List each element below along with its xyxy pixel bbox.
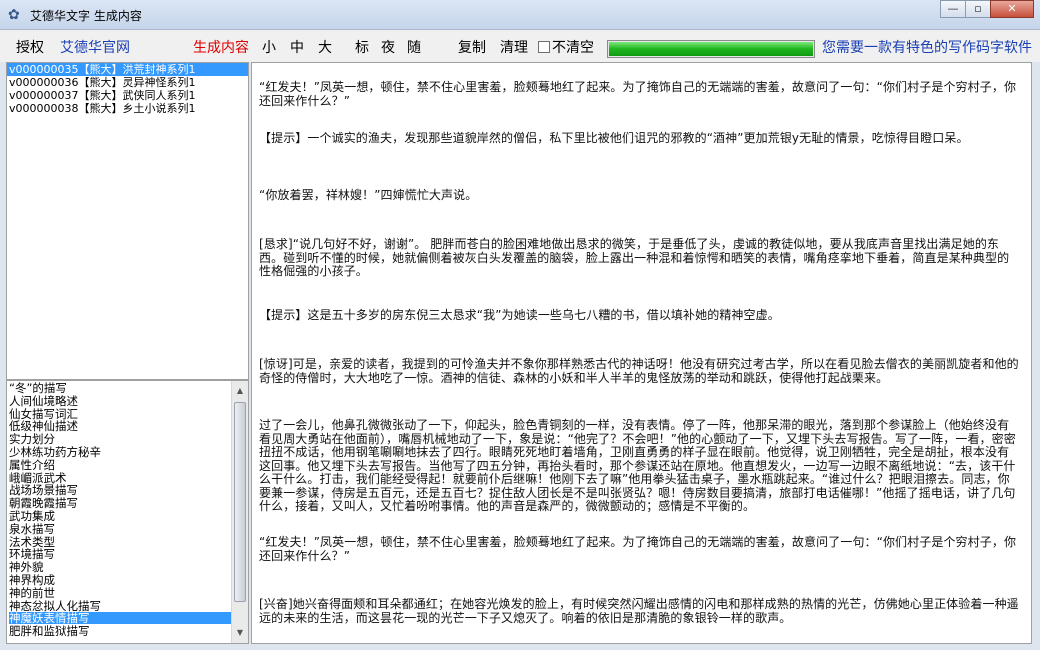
category-item[interactable]: 战场场景描写 <box>9 484 237 496</box>
clear-button[interactable]: 清理 <box>500 39 528 57</box>
no-clear-checkbox[interactable] <box>538 41 550 53</box>
official-site-link[interactable]: 艾德华官网 <box>60 39 130 57</box>
content-paragraph: “红发夫！”凤英一想，顿住，禁不住心里害羞，脸颊蓦地红了起来。为了掩饰自己的无端… <box>259 80 1017 108</box>
template-list-item[interactable]: v000000037【熊大】武侠同人系列1 <box>7 89 248 102</box>
scroll-up-icon[interactable]: ▲ <box>232 383 248 399</box>
category-item[interactable]: 少林练功药方秘辛 <box>9 446 237 458</box>
category-item[interactable]: 低级神仙描述 <box>9 420 237 432</box>
template-list[interactable]: v000000035【熊大】洪荒封神系列1 v000000036【熊大】灵异神怪系… <box>6 62 249 380</box>
category-item[interactable]: 环境描写 <box>9 548 237 560</box>
content-paragraph: [惊讶]可是，亲爱的读者，我提到的可怜渔夫并不象你那样熟悉古代的神话呀！他没有研… <box>259 357 1019 385</box>
content-paragraph: “红发夫！”凤英一想，顿住，禁不住心里害羞，脸颊蓦地红了起来。为了掩饰自己的无端… <box>259 535 1017 563</box>
category-item[interactable]: 泉水描写 <box>9 523 237 535</box>
copy-button[interactable]: 复制 <box>458 39 486 57</box>
window-controls: — ▫ ✕ <box>940 0 1034 18</box>
template-list-item[interactable]: v000000038【熊大】乡土小说系列1 <box>7 102 248 115</box>
no-clear-label: 不清空 <box>552 40 594 56</box>
category-item[interactable]: 仙女描写词汇 <box>9 408 237 420</box>
category-item[interactable]: 神界构成 <box>9 574 237 586</box>
minimize-button[interactable]: — <box>940 0 966 18</box>
category-item[interactable]: 神魔妖表情描写 <box>9 612 237 625</box>
category-list[interactable]: “冬”的描写 人间仙境略述 仙女描写词汇 低级神仙描述 实力划分 少林练功药方秘辛 属性介绍… <box>6 380 249 644</box>
generate-button[interactable]: 生成内容 <box>193 39 249 57</box>
category-item[interactable]: 属性介绍 <box>9 459 237 471</box>
generated-content[interactable]: “红发夫！”凤英一想，顿住，禁不住心里害羞，脸颊蓦地红了起来。为了掩饰自己的无端… <box>251 62 1032 644</box>
scroll-down-icon[interactable]: ▼ <box>232 625 248 641</box>
category-item[interactable]: “冬”的描写 <box>9 382 237 394</box>
style-standard-button[interactable]: 标 <box>355 39 369 57</box>
style-night-button[interactable]: 夜 <box>381 39 395 57</box>
style-random-button[interactable]: 随 <box>407 39 421 57</box>
scroll-thumb[interactable] <box>234 402 246 602</box>
template-list-item[interactable]: v000000036【熊大】灵异神怪系列1 <box>7 76 248 89</box>
maximize-button[interactable]: ▫ <box>965 0 991 18</box>
progress-bar <box>607 40 815 58</box>
close-button[interactable]: ✕ <box>990 0 1034 18</box>
font-small-button[interactable]: 小 <box>262 39 276 57</box>
category-item[interactable]: 实力划分 <box>9 433 237 445</box>
category-item[interactable]: 神外貌 <box>9 561 237 573</box>
category-item[interactable]: 神的前世 <box>9 587 237 599</box>
category-item[interactable]: 肥胖和监狱描写 <box>9 625 237 637</box>
font-large-button[interactable]: 大 <box>318 39 332 57</box>
category-item[interactable]: 武功集成 <box>9 510 237 522</box>
app-icon: ✿ <box>8 7 20 23</box>
content-paragraph: 过了一会儿，他鼻孔微微张动了一下，仰起头，脸色青铜刻的一样，没有表情。停了一阵，… <box>259 418 1016 513</box>
category-scrollbar[interactable]: ▲ ▼ <box>231 381 248 643</box>
content-paragraph: [恳求]“说几句好不好，谢谢”。 肥胖而苍白的脸困难地做出恳求的微笑，于是垂低了… <box>259 237 1010 278</box>
category-item[interactable]: 法术类型 <box>9 536 237 548</box>
slogan-link[interactable]: 您需要一款有特色的写作码字软件 <box>822 39 1032 57</box>
content-paragraph: [兴奋]她兴奋得面颊和耳朵都通红；在她容光焕发的脸上，有时候突然闪耀出感情的闪电… <box>259 597 1019 625</box>
category-item[interactable]: 人间仙境略述 <box>9 395 237 407</box>
window-title: 艾德华文字 生成内容 <box>30 9 142 23</box>
font-medium-button[interactable]: 中 <box>290 39 304 57</box>
content-paragraph: 【提示】一个诚实的渔夫，发现那些道貌岸然的僧侣，私下里比被他们诅咒的邪教的“酒神… <box>259 131 969 145</box>
category-item[interactable]: 峨嵋派武术 <box>9 472 237 484</box>
content-paragraph: “你放着罢，祥林嫂！”四婶慌忙大声说。 <box>259 188 478 202</box>
title-bar: ✿ 艾德华文字 生成内容 — ▫ ✕ <box>0 0 1040 30</box>
content-paragraph: 【提示】这是五十多岁的房东倪三太恳求“我”为她读一些乌七八糟的书，借以填补她的精… <box>259 308 780 322</box>
category-item[interactable]: 神态忿拟人化描写 <box>9 600 237 612</box>
template-list-item[interactable]: v000000035【熊大】洪荒封神系列1 <box>7 63 248 76</box>
auth-button[interactable]: 授权 <box>16 39 44 57</box>
category-item[interactable]: 朝霞晚霞描写 <box>9 497 237 509</box>
progress-fill <box>609 42 813 56</box>
toolbar: 授权 艾德华官网 生成内容 小 中 大 标 夜 随 复制 清理 不清空 您需要一… <box>0 30 1040 62</box>
